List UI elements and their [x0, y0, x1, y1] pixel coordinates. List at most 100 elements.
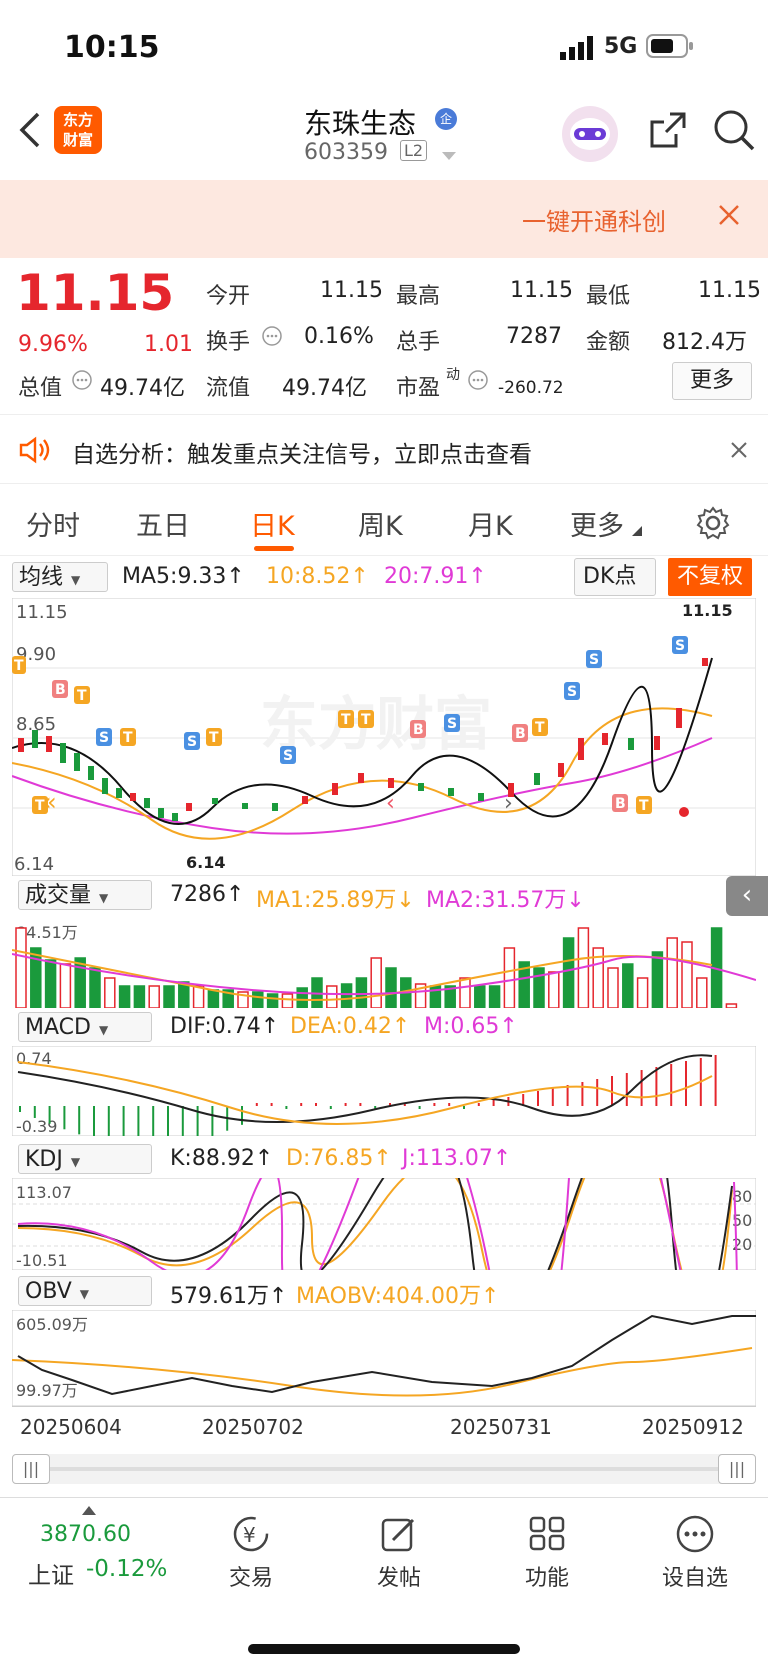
- kdj-axis-bottom: -10.51: [16, 1251, 68, 1270]
- range-left-handle[interactable]: |||: [12, 1454, 50, 1484]
- more-button[interactable]: 更多: [672, 362, 752, 400]
- svg-text:B: B: [615, 796, 626, 812]
- macd-selector[interactable]: MACD ▼: [18, 1012, 152, 1042]
- trade-button[interactable]: ¥ 交易: [196, 1508, 306, 1592]
- kdj-k: K:88.92↑: [170, 1146, 274, 1171]
- close-banner-icon[interactable]: [718, 204, 740, 226]
- volume-bar: [163, 985, 175, 1008]
- ma10-label: 10:8.52↑: [266, 564, 369, 589]
- ma-selector[interactable]: 均线 ▼: [12, 562, 108, 592]
- edit-icon: [381, 1518, 415, 1552]
- axis-high: 11.15: [16, 602, 68, 623]
- kline-chart[interactable]: 东方财富 11.15 9.90 8.65 6.14 11.15 6.14 T B…: [12, 598, 756, 876]
- prev-icon[interactable]: ‹: [386, 791, 395, 816]
- next-icon[interactable]: ›: [504, 791, 513, 816]
- volume-ma2: MA2:31.57万↓: [426, 888, 585, 913]
- svg-text:B: B: [55, 682, 66, 698]
- volume-bar: [533, 967, 545, 1008]
- code-dropdown-icon[interactable]: [442, 152, 456, 161]
- dk-point-button[interactable]: DK点: [574, 558, 656, 596]
- svg-text:S: S: [567, 684, 577, 700]
- add-favorite-button[interactable]: 设自选: [640, 1508, 750, 1592]
- info-dots-icon[interactable]: [262, 326, 282, 346]
- obv-selector[interactable]: OBV ▼: [18, 1276, 152, 1306]
- collapse-panel-icon[interactable]: ‹: [726, 876, 768, 916]
- index-name: 上证: [28, 1563, 74, 1589]
- notice-bar[interactable]: 自选分析：触发重点关注信号，立即点击查看: [0, 414, 768, 484]
- volume-bar: [607, 967, 619, 1008]
- stock-name: 东珠生态: [304, 107, 417, 140]
- obv-axis-top: 605.09万: [16, 1315, 88, 1334]
- post-button[interactable]: 发帖: [344, 1508, 454, 1592]
- macd-m: M:0.65↑: [424, 1014, 518, 1039]
- range-scrollbar[interactable]: ||| |||: [12, 1454, 756, 1484]
- svg-text:T: T: [341, 712, 351, 728]
- obv-value: 579.61万↑: [170, 1284, 288, 1309]
- open-label: 今开: [206, 284, 251, 309]
- ma5-label: MA5:9.33↑: [122, 564, 245, 589]
- volume-bar: [681, 941, 693, 1008]
- level-badge[interactable]: L2: [400, 140, 428, 161]
- nav-bar: 东方 财富 东珠生态 企 603359 L2: [0, 96, 768, 180]
- tab-intraday[interactable]: 分时: [26, 504, 80, 543]
- index-value[interactable]: 3870.60: [40, 1522, 131, 1547]
- svg-text:T: T: [639, 798, 649, 814]
- promo-banner[interactable]: 一键开通科创: [0, 180, 768, 258]
- signal-icon: [560, 36, 593, 60]
- functions-button[interactable]: 功能: [492, 1508, 602, 1592]
- pe-sup: 动: [446, 367, 460, 383]
- back-icon[interactable]: [18, 110, 42, 150]
- tab-five-day[interactable]: 五日: [136, 504, 190, 543]
- share-icon[interactable]: [646, 108, 690, 152]
- svg-text:S: S: [283, 748, 293, 764]
- obv-axis-bottom: 99.97万: [16, 1381, 78, 1400]
- volume-bar: [503, 947, 516, 1008]
- search-icon[interactable]: [712, 108, 756, 152]
- change-value: 1.01: [144, 332, 193, 357]
- settings-icon[interactable]: [696, 506, 730, 540]
- info-dots-icon[interactable]: [468, 370, 488, 390]
- index-change: -0.12%: [86, 1556, 168, 1582]
- high-value: 11.15: [510, 278, 573, 303]
- volume-bar: [207, 989, 220, 1008]
- volume-bar: [696, 977, 708, 1008]
- volume-bar: [30, 947, 42, 1008]
- kdj-axis-top: 113.07: [16, 1183, 72, 1202]
- svg-text:T: T: [123, 730, 133, 746]
- scroll-left-icon[interactable]: «: [42, 788, 57, 816]
- adjust-toggle[interactable]: 不复权: [668, 558, 752, 596]
- tab-weekly-k[interactable]: 周K: [358, 504, 403, 543]
- volume-selector[interactable]: 成交量 ▼: [18, 880, 152, 910]
- expand-up-icon[interactable]: [82, 1506, 96, 1516]
- svg-text:S: S: [675, 638, 685, 654]
- svg-text:S: S: [589, 652, 599, 668]
- info-dots-icon[interactable]: [72, 370, 92, 390]
- volume-bar: [636, 977, 649, 1008]
- volume-bar: [89, 967, 101, 1008]
- tab-monthly-k[interactable]: 月K: [468, 504, 513, 543]
- quote-panel: 11.15 9.96% 1.01 今开 11.15 最高 11.15 最低 11…: [0, 258, 768, 414]
- volume-bar: [725, 1003, 738, 1008]
- volume-bar: [370, 957, 382, 1008]
- macd-dif: DIF:0.74↑: [170, 1014, 280, 1039]
- last-price: 11.15: [16, 264, 175, 322]
- kdj-d: D:76.85↑: [286, 1146, 392, 1171]
- trade-icon: ¥: [233, 1516, 269, 1552]
- more-caret-icon: [632, 526, 642, 536]
- kdj-selector[interactable]: KDJ ▼: [18, 1144, 152, 1174]
- tab-more[interactable]: 更多: [570, 504, 624, 543]
- app-logo[interactable]: 东方 财富: [54, 106, 102, 154]
- volume-bar: [133, 985, 146, 1008]
- volume-bar: [548, 971, 560, 1008]
- kdj-chart: 113.07 -10.51 80 50 20: [12, 1178, 756, 1270]
- close-notice-icon[interactable]: [730, 441, 748, 459]
- volume-bar: [385, 967, 397, 1008]
- tab-daily-k[interactable]: 日K: [250, 504, 295, 543]
- robot-avatar-icon[interactable]: [560, 104, 620, 164]
- grid-icon: [529, 1516, 565, 1551]
- volume-bar: [15, 927, 27, 1008]
- svg-text:B: B: [413, 722, 424, 738]
- mcap-value: 49.74亿: [100, 376, 185, 401]
- volume-value: 7287: [506, 324, 562, 349]
- range-right-handle[interactable]: |||: [718, 1454, 756, 1484]
